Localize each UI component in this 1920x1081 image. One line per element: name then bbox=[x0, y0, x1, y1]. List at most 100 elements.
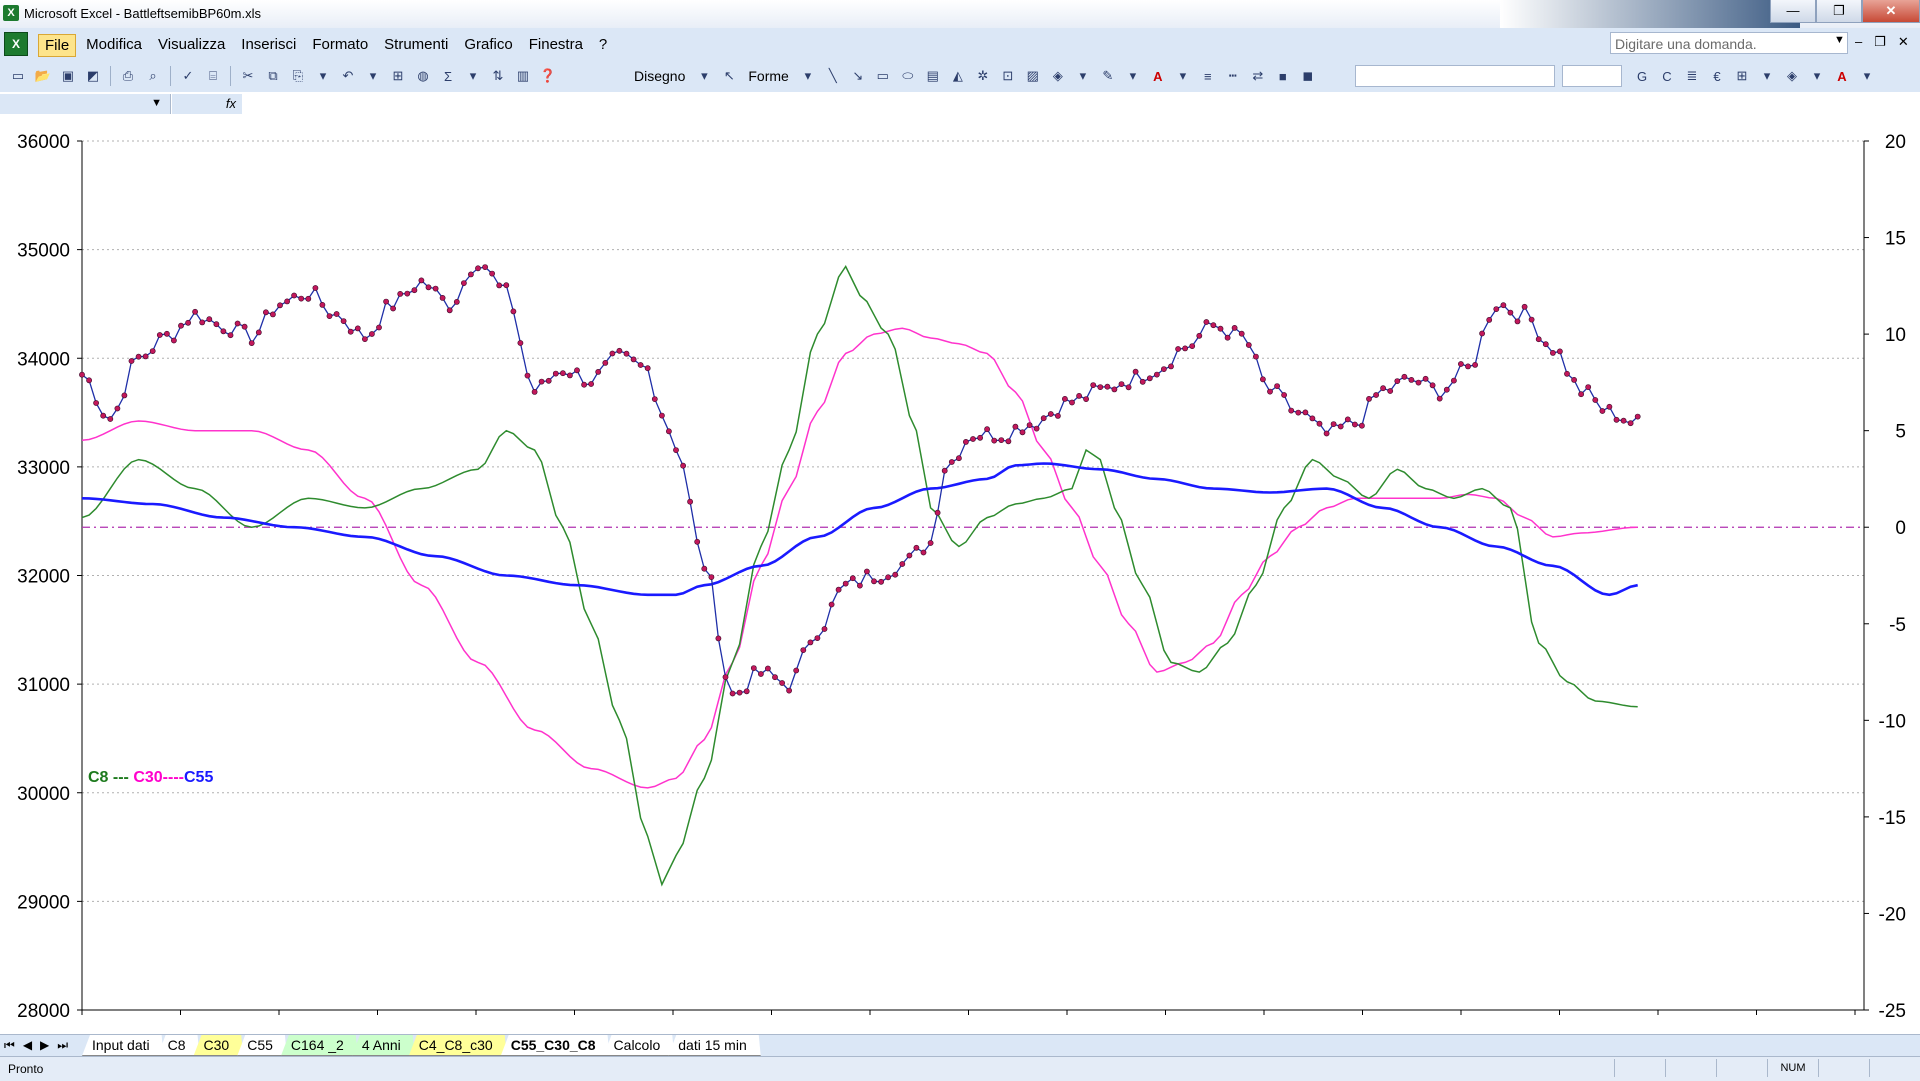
price-data-point[interactable] bbox=[687, 498, 693, 505]
price-data-point[interactable] bbox=[835, 586, 842, 593]
price-data-point[interactable] bbox=[906, 552, 913, 559]
price-data-point[interactable] bbox=[927, 540, 934, 546]
price-data-point[interactable] bbox=[1535, 336, 1542, 343]
price-data-point[interactable] bbox=[609, 350, 616, 357]
price-data-point[interactable] bbox=[269, 311, 276, 318]
workbook-minimize-button[interactable]: – bbox=[1855, 34, 1862, 50]
menu-help[interactable]: ? bbox=[593, 34, 613, 57]
price-data-point[interactable] bbox=[1076, 392, 1082, 399]
series-legend[interactable]: C8 --- C30----C55 bbox=[88, 769, 213, 787]
price-data-point[interactable] bbox=[234, 320, 241, 327]
format-fill-dropdown-icon[interactable]: ▾ bbox=[1807, 66, 1827, 86]
price-data-point[interactable] bbox=[1472, 361, 1478, 368]
price-data-point[interactable] bbox=[312, 285, 319, 291]
workbook-close-button[interactable]: ✕ bbox=[1898, 34, 1909, 50]
price-data-point[interactable] bbox=[821, 626, 828, 632]
wordart-icon[interactable]: ◭ bbox=[948, 66, 968, 86]
menu-visualizza[interactable]: Visualizza bbox=[152, 34, 231, 57]
price-data-point[interactable] bbox=[496, 282, 503, 289]
price-data-point[interactable] bbox=[397, 290, 404, 297]
price-data-point[interactable] bbox=[79, 371, 85, 378]
price-data-point[interactable] bbox=[1238, 330, 1245, 337]
price-data-point[interactable] bbox=[319, 301, 326, 308]
price-data-point[interactable] bbox=[277, 302, 283, 309]
format-font-color-dropdown-icon[interactable]: ▾ bbox=[1857, 66, 1877, 86]
price-data-point[interactable] bbox=[1606, 403, 1613, 410]
copy-icon[interactable]: ⧉ bbox=[263, 66, 283, 86]
ask-dropdown-icon[interactable]: ▼ bbox=[1834, 34, 1845, 46]
restore-button[interactable]: ❐ bbox=[1816, 0, 1862, 23]
price-data-point[interactable] bbox=[1380, 385, 1386, 392]
price-data-point[interactable] bbox=[411, 287, 418, 294]
price-data-point[interactable] bbox=[970, 436, 976, 442]
price-data-point[interactable] bbox=[1019, 429, 1026, 436]
price-data-point[interactable] bbox=[368, 331, 375, 337]
shapes-dropdown-icon[interactable]: ▾ bbox=[798, 66, 818, 86]
price-data-point[interactable] bbox=[1033, 425, 1040, 432]
price-data-point[interactable] bbox=[1132, 368, 1139, 375]
print-icon[interactable]: ⎙ bbox=[118, 66, 138, 86]
price-data-point[interactable] bbox=[1118, 381, 1125, 387]
price-data-point[interactable] bbox=[1260, 376, 1266, 383]
price-data-point[interactable] bbox=[206, 316, 213, 323]
permission-icon[interactable]: ◩ bbox=[83, 66, 103, 86]
price-data-point[interactable] bbox=[1514, 318, 1521, 325]
price-data-point[interactable] bbox=[298, 295, 305, 302]
price-data-point[interactable] bbox=[659, 412, 665, 419]
price-data-point[interactable] bbox=[156, 332, 163, 338]
price-data-point[interactable] bbox=[984, 426, 990, 433]
price-data-point[interactable] bbox=[333, 311, 340, 317]
textbox-icon[interactable]: ▤ bbox=[923, 66, 943, 86]
new-file-icon[interactable]: ▭ bbox=[8, 66, 28, 86]
price-data-point[interactable] bbox=[1055, 412, 1061, 419]
open-folder-icon[interactable]: 📂 bbox=[33, 66, 53, 86]
price-data-point[interactable] bbox=[1352, 421, 1358, 428]
line-icon[interactable]: ╲ bbox=[823, 66, 843, 86]
menu-finestra[interactable]: Finestra bbox=[523, 34, 589, 57]
menu-formato[interactable]: Formato bbox=[306, 34, 374, 57]
print-preview-icon[interactable]: ⌕ bbox=[143, 66, 163, 86]
price-data-point[interactable] bbox=[552, 370, 559, 377]
price-data-point[interactable] bbox=[743, 688, 750, 695]
price-data-point[interactable] bbox=[595, 368, 602, 375]
price-data-point[interactable] bbox=[178, 322, 184, 329]
price-data-point[interactable] bbox=[220, 328, 227, 335]
price-data-point[interactable] bbox=[1040, 415, 1047, 422]
price-data-point[interactable] bbox=[1394, 378, 1401, 384]
price-data-point[interactable] bbox=[1585, 384, 1592, 390]
price-data-point[interactable] bbox=[708, 574, 715, 580]
price-data-point[interactable] bbox=[899, 561, 906, 567]
price-data-point[interactable] bbox=[1189, 343, 1196, 349]
price-data-point[interactable] bbox=[560, 370, 566, 377]
price-data-point[interactable] bbox=[248, 340, 255, 346]
price-data-point[interactable] bbox=[489, 270, 495, 277]
price-data-point[interactable] bbox=[991, 437, 998, 444]
price-data-point[interactable] bbox=[354, 325, 361, 332]
price-data-point[interactable] bbox=[1627, 420, 1634, 427]
price-data-point[interactable] bbox=[849, 575, 856, 582]
price-data-point[interactable] bbox=[510, 308, 517, 315]
italic-button[interactable]: C bbox=[1657, 66, 1677, 86]
price-data-point[interactable] bbox=[1012, 423, 1019, 430]
price-data-point[interactable] bbox=[524, 372, 531, 379]
price-data-point[interactable] bbox=[1323, 430, 1330, 437]
price-data-point[interactable] bbox=[425, 284, 432, 291]
arrow-style-icon[interactable]: ⇄ bbox=[1248, 66, 1268, 86]
price-data-point[interactable] bbox=[1550, 349, 1556, 356]
price-data-point[interactable] bbox=[772, 674, 778, 681]
price-data-point[interactable] bbox=[637, 362, 644, 368]
price-data-point[interactable] bbox=[503, 282, 510, 289]
price-data-point[interactable] bbox=[1465, 363, 1471, 370]
price-data-point[interactable] bbox=[1521, 303, 1528, 310]
price-data-point[interactable] bbox=[128, 358, 135, 364]
draw-dropdown-icon[interactable]: ▾ bbox=[694, 66, 714, 86]
price-data-point[interactable] bbox=[347, 328, 354, 335]
price-data-point[interactable] bbox=[1578, 391, 1584, 398]
price-data-point[interactable] bbox=[255, 329, 262, 336]
price-data-point[interactable] bbox=[1203, 319, 1210, 325]
fill-color-icon[interactable]: ◈ bbox=[1048, 66, 1068, 86]
price-data-point[interactable] bbox=[1373, 392, 1379, 398]
price-data-point[interactable] bbox=[262, 309, 269, 316]
menu-file[interactable]: File bbox=[38, 34, 77, 57]
research-icon[interactable]: ⌸ bbox=[203, 66, 223, 86]
